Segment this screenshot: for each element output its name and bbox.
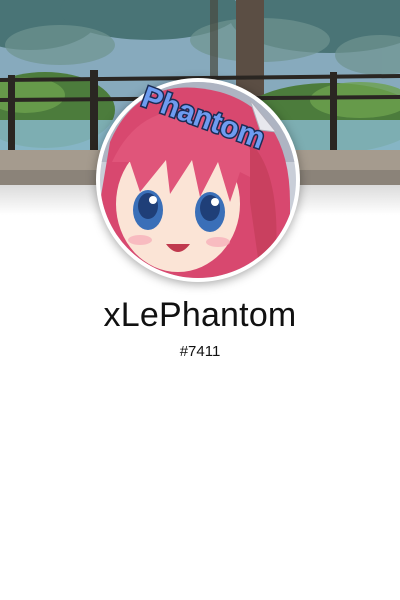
avatar-image: Phantom xyxy=(100,82,296,278)
user-discriminator: #7411 xyxy=(179,343,221,360)
avatar[interactable]: Phantom xyxy=(96,78,300,282)
username: xLePhantom xyxy=(103,296,297,334)
